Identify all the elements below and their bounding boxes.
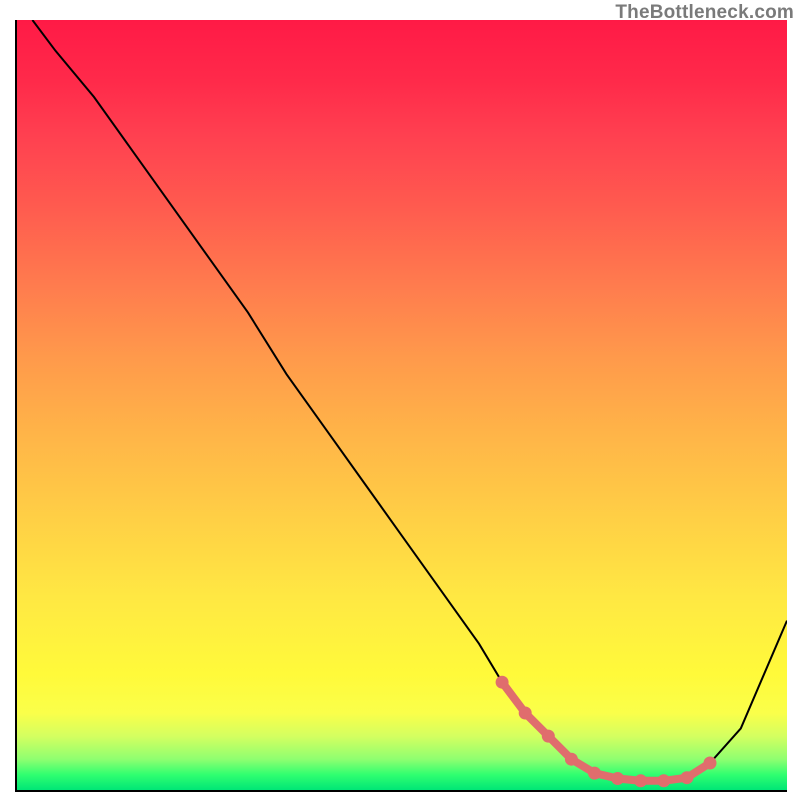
optimal-marker-dot <box>704 757 717 770</box>
bottleneck-curve <box>32 20 787 781</box>
optimal-marker-dot <box>496 676 509 689</box>
plot-area <box>15 20 787 792</box>
optimal-marker-dot <box>565 753 578 766</box>
optimal-range-markers <box>496 676 717 788</box>
optimal-marker-dot <box>657 774 670 787</box>
chart-container: TheBottleneck.com <box>0 0 800 800</box>
optimal-marker-dot <box>542 730 555 743</box>
optimal-marker-dot <box>588 767 601 780</box>
optimal-marker-dot <box>634 774 647 787</box>
optimal-marker-dot <box>611 772 624 785</box>
optimal-range-line <box>502 682 710 781</box>
optimal-marker-dot <box>519 707 532 720</box>
watermark-text: TheBottleneck.com <box>615 2 794 24</box>
optimal-marker-dot <box>680 771 693 784</box>
chart-svg <box>17 20 787 790</box>
